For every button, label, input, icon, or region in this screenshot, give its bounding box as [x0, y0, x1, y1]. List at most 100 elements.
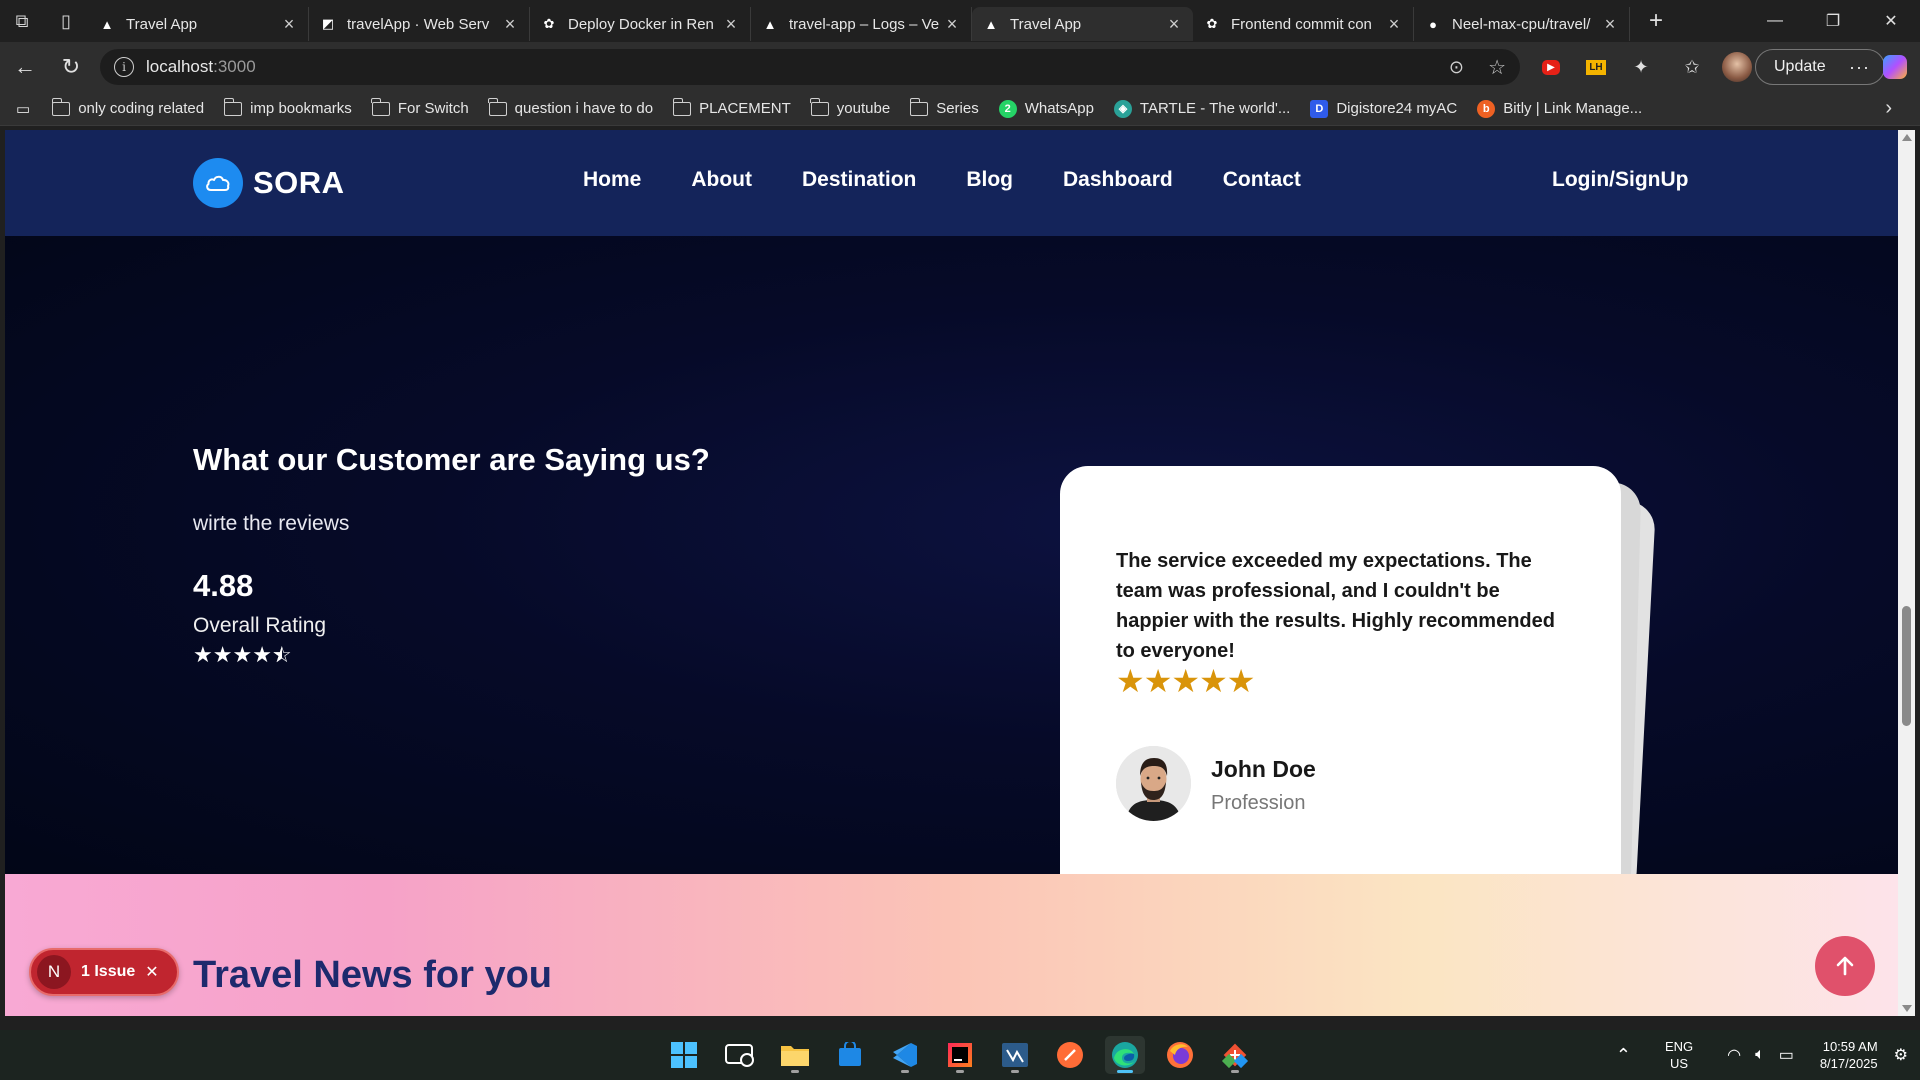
battery-icon[interactable]: ▭ — [1779, 1045, 1794, 1065]
browser-tab[interactable]: ✿ Frontend commit con × — [1193, 7, 1414, 41]
extensions-icon[interactable]: ✦ — [1628, 52, 1654, 82]
close-window-icon[interactable]: ✕ — [1862, 0, 1920, 42]
nav-link-blog[interactable]: Blog — [966, 168, 1013, 192]
scrollbar-thumb[interactable] — [1902, 606, 1911, 726]
reload-icon[interactable]: ↻ — [48, 47, 94, 87]
close-tab-icon[interactable]: × — [943, 14, 961, 35]
bookmark-site[interactable]: ◈ TARTLE - The world'... — [1113, 99, 1290, 118]
bookmark-folder[interactable]: question i have to do — [488, 97, 653, 117]
lighthouse-ext-icon[interactable]: LH — [1583, 52, 1609, 82]
vertical-tabs-icon[interactable]: ▯ — [44, 0, 88, 42]
testimonials-subheading: wirte the reviews — [193, 512, 350, 535]
bookmark-label: For Switch — [397, 100, 469, 117]
intellij-icon[interactable] — [940, 1036, 980, 1074]
close-tab-icon[interactable]: × — [501, 14, 519, 35]
date-label: 8/17/2025 — [1819, 1056, 1878, 1071]
browser-tab[interactable]: ▲ Travel App × — [88, 7, 309, 41]
browser-tab[interactable]: ◩ travelApp · Web Serv × — [309, 7, 530, 41]
git-icon[interactable] — [1215, 1036, 1255, 1074]
bookmark-folder[interactable]: Series — [909, 97, 979, 117]
reading-list-icon[interactable]: ▭ — [16, 100, 30, 118]
windows-start-icon[interactable] — [664, 1036, 704, 1074]
folder-icon — [810, 97, 829, 116]
scroll-down-arrow-icon[interactable] — [1902, 1005, 1912, 1012]
address-bar[interactable]: i localhost:3000 ⊙ ☆ — [100, 49, 1520, 85]
bookmark-folder[interactable]: PLACEMENT — [672, 97, 791, 117]
scroll-to-top-button[interactable] — [1815, 936, 1875, 996]
nav-link-dashboard[interactable]: Dashboard — [1063, 168, 1173, 192]
mysql-workbench-icon[interactable] — [995, 1036, 1035, 1074]
language-indicator[interactable]: ENG US — [1665, 1038, 1693, 1072]
tab-title: Neel-max-cpu/travel/ — [1452, 15, 1591, 33]
bookmark-site[interactable]: D Digistore24 myAC — [1310, 99, 1457, 118]
url-host: localhost — [146, 57, 214, 76]
window-controls: — ❐ ✕ — [1746, 0, 1920, 42]
close-icon[interactable]: ✕ — [145, 962, 158, 982]
favorites-icon[interactable]: ✩ — [1678, 52, 1706, 82]
login-signup-link[interactable]: Login/SignUp — [1552, 168, 1688, 192]
nav-link-about[interactable]: About — [691, 168, 752, 192]
digistore-icon: D — [1310, 99, 1329, 118]
nav-link-contact[interactable]: Contact — [1223, 168, 1301, 192]
bookmark-folder[interactable]: youtube — [810, 97, 891, 117]
star-icon: ★ — [193, 642, 213, 667]
devhome-icon[interactable] — [720, 1036, 760, 1074]
bookmark-label: youtube — [836, 100, 891, 117]
bookmark-site[interactable]: b Bitly | Link Manage... — [1477, 99, 1642, 118]
bookmark-folder[interactable]: For Switch — [371, 97, 469, 117]
close-tab-icon[interactable]: × — [1385, 14, 1403, 35]
site-info-icon[interactable]: i — [114, 57, 134, 77]
close-tab-icon[interactable]: × — [1601, 14, 1619, 35]
site-logo[interactable]: SORA — [193, 158, 345, 208]
nav-link-destination[interactable]: Destination — [802, 168, 916, 192]
profile-avatar[interactable] — [1722, 52, 1752, 82]
overall-rating-label: Overall Rating — [193, 614, 327, 637]
workspaces-icon[interactable]: ⧉ — [0, 0, 44, 42]
more-options-icon[interactable]: ··· — [1849, 57, 1870, 78]
page-scrollbar[interactable] — [1898, 130, 1915, 1016]
favorite-star-icon[interactable]: ☆ — [1488, 55, 1506, 80]
browser-tab[interactable]: ▲ travel-app – Logs – Ve × — [751, 7, 972, 41]
new-tab-button[interactable]: + — [1636, 4, 1676, 38]
postman-icon[interactable] — [1050, 1036, 1090, 1074]
edge-browser-icon[interactable] — [1105, 1036, 1145, 1074]
file-explorer-icon[interactable] — [775, 1036, 815, 1074]
browser-tab-active[interactable]: ▲ Travel App × — [972, 7, 1193, 41]
microsoft-store-icon[interactable] — [830, 1036, 870, 1074]
copilot-icon[interactable] — [1880, 52, 1910, 82]
chevron-right-icon[interactable]: › — [1885, 97, 1892, 120]
chatgpt-icon: ✿ — [543, 16, 555, 31]
site-navbar: SORA Home About Destination Blog Dashboa… — [5, 130, 1898, 236]
restore-icon[interactable]: ❐ — [1804, 0, 1862, 42]
browser-tab[interactable]: ● Neel-max-cpu/travel/ × — [1414, 7, 1630, 41]
youtube-ext-icon[interactable]: ▶ — [1538, 52, 1564, 82]
star-icon: ★ — [1199, 663, 1228, 699]
update-label: Update — [1774, 58, 1826, 75]
close-tab-icon[interactable]: × — [1165, 14, 1183, 35]
reading-mode-icon[interactable]: ⊙ — [1449, 57, 1464, 78]
chatgpt-icon: ✿ — [1206, 16, 1218, 31]
clock[interactable]: 10:59 AM 8/17/2025 — [1820, 1038, 1878, 1072]
vscode-icon[interactable] — [885, 1036, 925, 1074]
back-arrow-icon[interactable]: ← — [2, 47, 48, 87]
reviewer-name: John Doe — [1211, 756, 1316, 782]
star-icon: ★ — [1226, 663, 1256, 699]
chevron-up-icon[interactable]: ⌃ — [1616, 1045, 1631, 1066]
firefox-icon[interactable] — [1160, 1036, 1200, 1074]
notifications-icon[interactable]: ⚙ — [1894, 1045, 1908, 1065]
volume-icon[interactable]: 🔈︎ — [1755, 1046, 1765, 1064]
bookmark-folder[interactable]: imp bookmarks — [223, 97, 352, 117]
nextjs-issue-badge[interactable]: N 1 Issue ✕ — [29, 948, 179, 996]
bookmark-site[interactable]: 2 WhatsApp — [998, 99, 1094, 118]
bookmark-folder[interactable]: only coding related — [51, 97, 204, 117]
nav-link-home[interactable]: Home — [583, 168, 641, 192]
minimize-icon[interactable]: — — [1746, 0, 1804, 42]
wifi-icon[interactable]: ◠ — [1727, 1045, 1741, 1065]
bookmark-label: Series — [936, 100, 979, 117]
close-tab-icon[interactable]: × — [722, 14, 740, 35]
browser-tab[interactable]: ✿ Deploy Docker in Ren × — [530, 7, 751, 41]
scroll-up-arrow-icon[interactable] — [1902, 134, 1912, 141]
update-button[interactable]: Update ··· — [1755, 49, 1885, 85]
close-tab-icon[interactable]: × — [280, 14, 298, 35]
bookmarks-bar: ▭ only coding related imp bookmarks For … — [0, 92, 1920, 126]
